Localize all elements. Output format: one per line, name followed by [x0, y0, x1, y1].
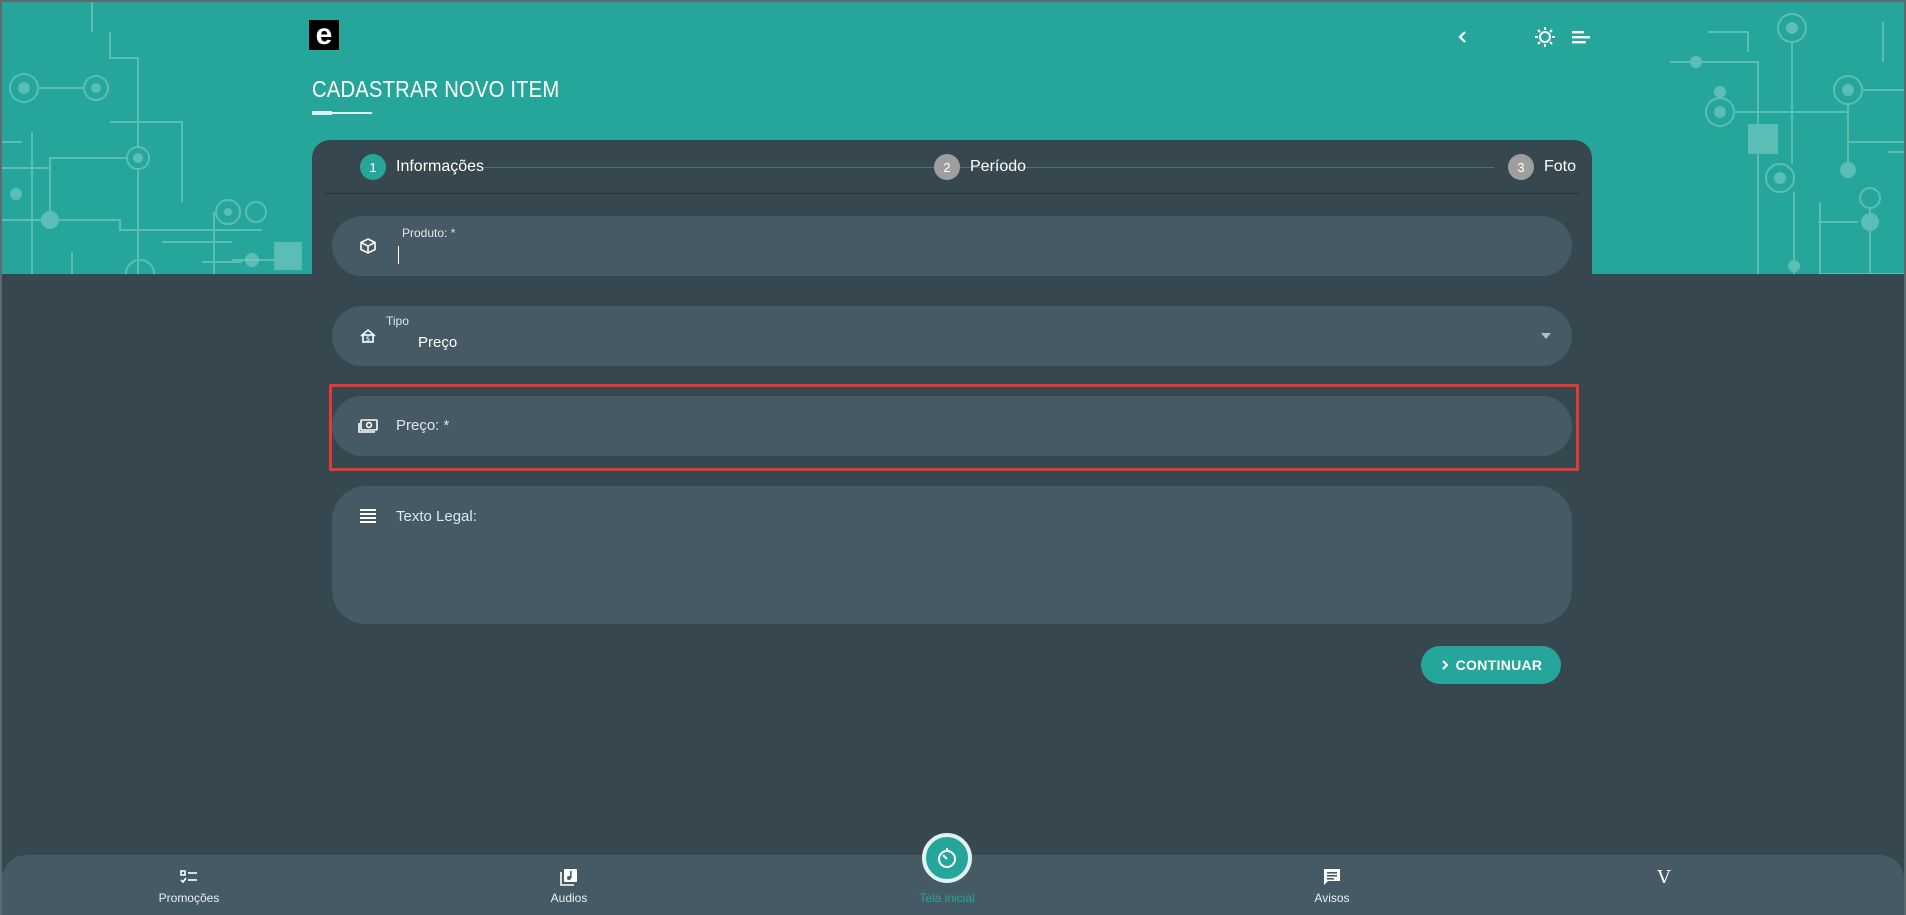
step-label: Foto: [1544, 158, 1577, 175]
nav-item-promocoes[interactable]: Promoções: [152, 867, 226, 905]
svg-text:$: $: [366, 335, 370, 343]
step-periodo[interactable]: 2 Período: [934, 154, 1026, 180]
home-fab-button[interactable]: [922, 833, 972, 883]
form-card: 1 Informações 2 Período 3 Foto Produto: …: [312, 140, 1592, 700]
timer-icon: [938, 848, 956, 868]
step-connector: [1044, 167, 1494, 168]
step-label: Informações: [396, 158, 485, 175]
title-underline: [312, 111, 372, 115]
continue-label: CONTINUAR: [1455, 657, 1543, 673]
step-number: 3: [1508, 154, 1534, 180]
logo-letter: e: [315, 18, 333, 51]
preco-label: Preço: *: [396, 417, 450, 434]
nav-label: Promoções: [158, 891, 220, 905]
nav-item-avisos[interactable]: Avisos: [1307, 867, 1357, 905]
text-lines-icon: [358, 506, 378, 526]
produto-field[interactable]: Produto: *: [332, 216, 1572, 276]
music-library-icon: [560, 867, 578, 887]
nav-label: Avisos: [1314, 891, 1350, 905]
theme-toggle-button[interactable]: [1532, 24, 1558, 50]
stepper: 1 Informações 2 Período 3 Foto: [324, 140, 1580, 194]
nav-item-audios[interactable]: Audios: [544, 867, 594, 905]
message-icon: [1323, 867, 1341, 887]
circuit-pattern-right: [1670, 13, 1904, 274]
cash-icon: [358, 416, 378, 436]
circuit-pattern-left: [2, 2, 262, 274]
back-button[interactable]: [1450, 24, 1476, 50]
produto-label: Produto: *: [402, 226, 456, 240]
chevron-down-icon: [1541, 333, 1551, 339]
home-tag-icon: $: [358, 326, 378, 346]
step-label: Período: [970, 158, 1027, 175]
text-caret: [398, 246, 399, 264]
texto-legal-label: Texto Legal:: [396, 508, 477, 525]
nav-label: Audios: [550, 891, 588, 905]
texto-legal-field[interactable]: Texto Legal:: [332, 486, 1572, 624]
step-informacoes[interactable]: 1 Informações: [360, 154, 484, 180]
nav-label-tela-inicial: Tela inicial: [919, 891, 975, 905]
package-icon: [358, 236, 378, 256]
tipo-label: Tipo: [386, 314, 409, 328]
chevron-right-icon: [1441, 660, 1449, 670]
page-title: CADASTRAR NOVO ITEM: [312, 76, 560, 102]
tipo-value: Preço: [418, 334, 458, 351]
step-number: 1: [360, 154, 386, 180]
nav-item-brand[interactable]: V: [1652, 867, 1676, 891]
preco-field[interactable]: Preço: *: [332, 396, 1572, 456]
menu-icon: [1572, 31, 1590, 44]
app-logo[interactable]: e: [309, 20, 339, 50]
checklist-icon: [180, 867, 198, 887]
chevron-left-icon: [1458, 31, 1466, 43]
continue-button[interactable]: CONTINUAR: [1421, 646, 1561, 684]
brand-v-icon: V: [1657, 866, 1671, 888]
tipo-select[interactable]: $ Tipo Preço: [332, 306, 1572, 366]
brightness-icon: [1535, 27, 1555, 47]
menu-button[interactable]: [1568, 24, 1594, 50]
step-foto[interactable]: 3 Foto: [1508, 154, 1576, 180]
step-number: 2: [934, 154, 960, 180]
